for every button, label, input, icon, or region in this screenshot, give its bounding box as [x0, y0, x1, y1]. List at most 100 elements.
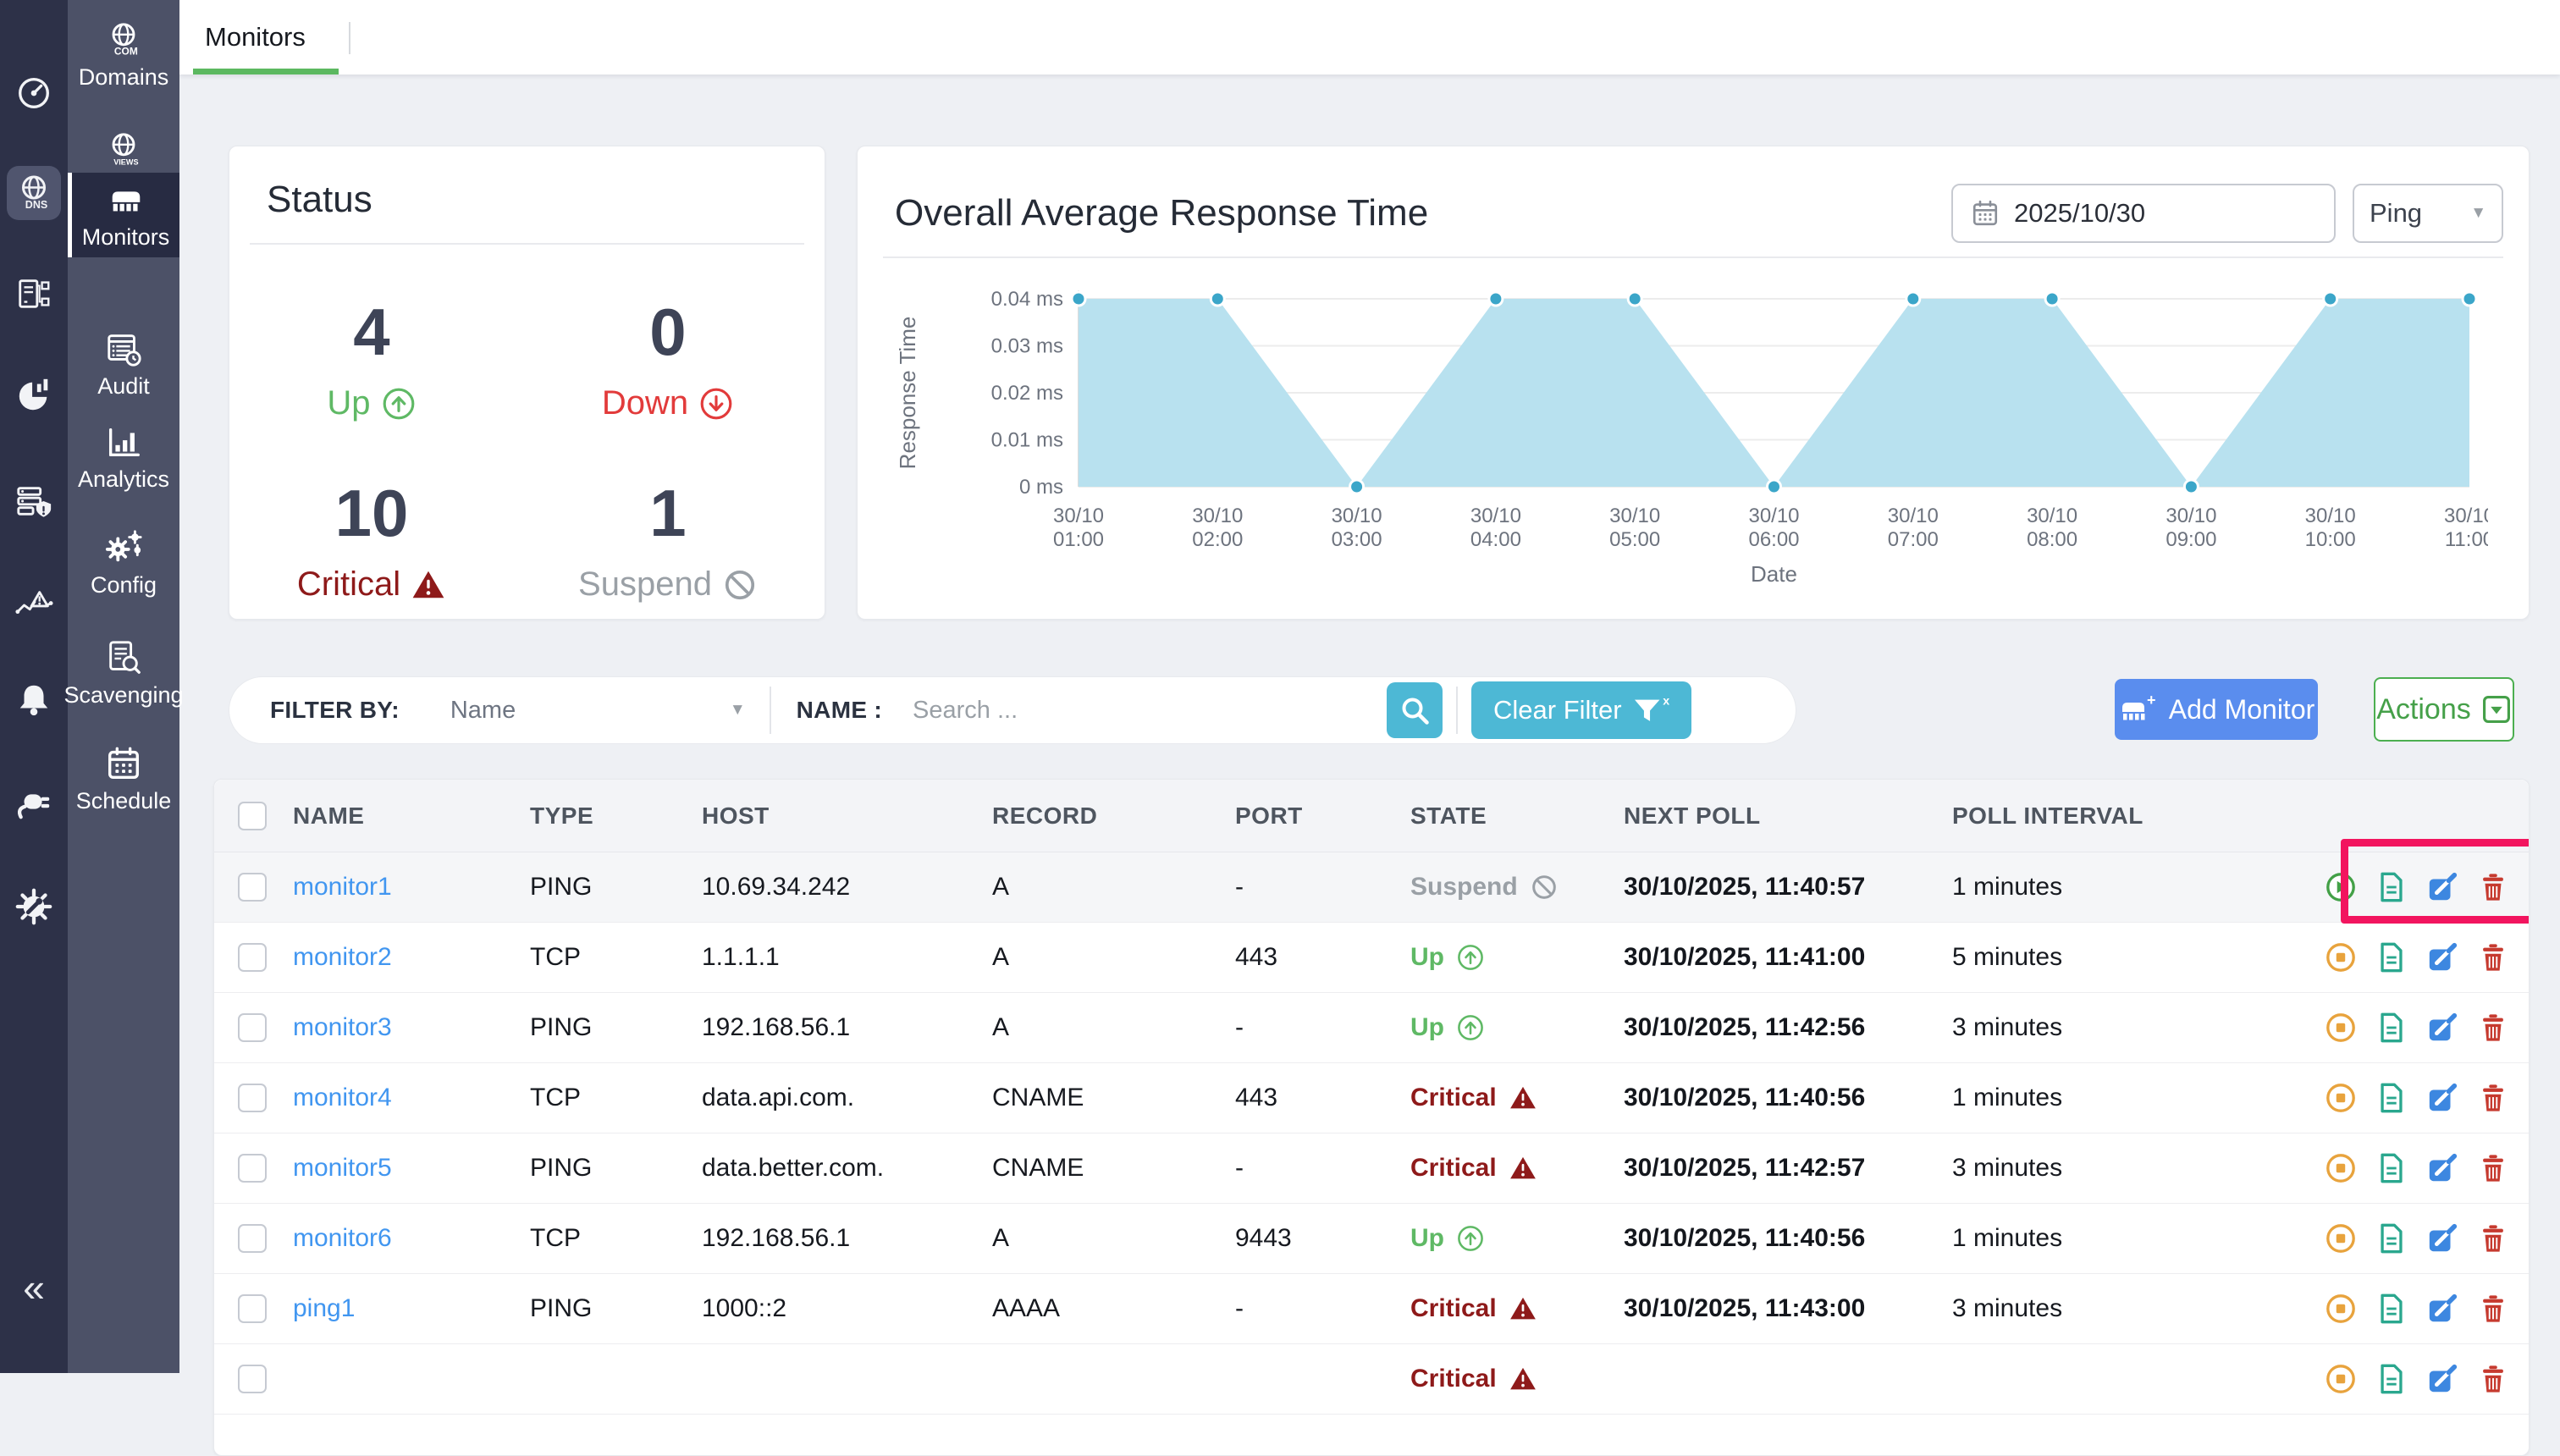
monitor-type: TCP: [530, 1224, 702, 1253]
sidebar-item-domains[interactable]: COMDomains: [68, 17, 179, 94]
monitor-port: 9443: [1235, 1224, 1410, 1253]
monitor-type-select[interactable]: Ping ▼: [2353, 184, 2503, 243]
arrow-down-circle-icon: [698, 386, 734, 422]
monitor-name-link[interactable]: ping1: [293, 1294, 530, 1323]
trash-icon[interactable]: [2477, 1222, 2509, 1255]
row-checkbox[interactable]: [238, 1224, 267, 1253]
tab-monitors[interactable]: Monitors: [193, 0, 317, 74]
monitor-record: A: [992, 873, 1235, 902]
edit-icon[interactable]: [2426, 1293, 2458, 1325]
row-actions: [2325, 1012, 2530, 1044]
file-icon[interactable]: [2375, 1222, 2408, 1255]
arrow-up-circle-icon: [1456, 943, 1485, 972]
row-checkbox[interactable]: [238, 1013, 267, 1042]
row-checkbox[interactable]: [238, 943, 267, 972]
monitor-name-link[interactable]: monitor1: [293, 873, 530, 902]
edit-icon[interactable]: [2426, 941, 2458, 973]
doc-flow-icon[interactable]: [14, 274, 53, 313]
warning-triangle-icon: [1509, 1154, 1537, 1183]
file-icon[interactable]: [2375, 871, 2408, 903]
monitor-name-link[interactable]: monitor6: [293, 1224, 530, 1253]
chart-title: Overall Average Response Time: [895, 192, 1428, 234]
monitor-type: TCP: [530, 1084, 702, 1112]
search-button[interactable]: [1387, 682, 1443, 738]
sidebar-item-schedule[interactable]: Schedule: [68, 741, 179, 818]
svg-text:08:00: 08:00: [2027, 528, 2077, 551]
plug-icon[interactable]: [14, 782, 53, 821]
stop-icon[interactable]: [2325, 1152, 2357, 1184]
monitor-name-link[interactable]: monitor4: [293, 1084, 530, 1112]
file-icon[interactable]: [2375, 1363, 2408, 1395]
next-poll: 30/10/2025, 11:41:00: [1624, 943, 1952, 972]
filter-x-icon: x: [1632, 694, 1669, 726]
monitor-name-link[interactable]: monitor3: [293, 1013, 530, 1042]
date-picker[interactable]: [1951, 184, 2336, 243]
gear-wrench-icon[interactable]: [14, 887, 53, 926]
trash-icon[interactable]: [2477, 1152, 2509, 1184]
actions-button[interactable]: Actions: [2374, 677, 2514, 742]
date-input[interactable]: [2014, 198, 2234, 229]
caret-down-icon[interactable]: ▼: [730, 701, 746, 720]
stop-icon[interactable]: [2325, 1222, 2357, 1255]
file-icon[interactable]: [2375, 941, 2408, 973]
monitor-name-link[interactable]: monitor5: [293, 1154, 530, 1183]
sidebar-item-scavenging[interactable]: Scavenging: [68, 635, 179, 712]
speedometer-icon[interactable]: [14, 74, 53, 113]
sidebar-item-audit[interactable]: Audit: [68, 326, 179, 403]
trash-icon[interactable]: [2477, 941, 2509, 973]
search-input[interactable]: [913, 697, 1387, 725]
collapse-sidebar-icon[interactable]: «: [0, 1268, 68, 1307]
clear-filter-button[interactable]: Clear Filter x: [1471, 681, 1691, 739]
filter-by-dropdown[interactable]: Name: [450, 697, 730, 725]
row-checkbox[interactable]: [238, 1294, 267, 1323]
trash-icon[interactable]: [2477, 1082, 2509, 1114]
metric-label-text: Critical: [297, 565, 400, 604]
globe-dns-icon[interactable]: DNS: [7, 166, 61, 220]
file-icon[interactable]: [2375, 1293, 2408, 1325]
bell-icon[interactable]: [14, 680, 53, 719]
stop-icon[interactable]: [2325, 941, 2357, 973]
play-icon[interactable]: [2325, 871, 2357, 903]
edit-icon[interactable]: [2426, 871, 2458, 903]
response-time-chart: 0 ms0.01 ms0.02 ms0.03 ms0.04 ms30/1001:…: [858, 258, 2529, 593]
stop-icon[interactable]: [2325, 1082, 2357, 1114]
sidebar-item-config[interactable]: Config: [68, 525, 179, 602]
row-checkbox[interactable]: [238, 1365, 267, 1393]
edit-icon[interactable]: [2426, 1222, 2458, 1255]
server-shield-icon[interactable]: [14, 482, 53, 521]
sidebar-item-monitors[interactable]: Monitors: [68, 173, 179, 257]
stop-icon[interactable]: [2325, 1363, 2357, 1395]
metric-label: Suspend: [578, 565, 758, 604]
status-card: Status 4Up0Down10Critical1Suspend: [229, 146, 825, 620]
file-icon[interactable]: [2375, 1152, 2408, 1184]
trash-icon[interactable]: [2477, 1363, 2509, 1395]
trash-icon[interactable]: [2477, 871, 2509, 903]
file-icon[interactable]: [2375, 1082, 2408, 1114]
table-row: Critical: [214, 1344, 2529, 1415]
edit-icon[interactable]: [2426, 1152, 2458, 1184]
monitor-name-link[interactable]: monitor2: [293, 943, 530, 972]
monitor-type: PING: [530, 873, 702, 902]
anomaly-graph-icon[interactable]: [14, 585, 53, 624]
stop-icon[interactable]: [2325, 1293, 2357, 1325]
filter-bar: FILTER BY: Name ▼ NAME : Clear Filter x: [229, 676, 1796, 744]
edit-icon[interactable]: [2426, 1363, 2458, 1395]
edit-icon[interactable]: [2426, 1012, 2458, 1044]
add-monitor-button[interactable]: + Add Monitor: [2115, 679, 2318, 740]
trash-icon[interactable]: [2477, 1293, 2509, 1325]
edit-icon[interactable]: [2426, 1082, 2458, 1114]
row-checkbox[interactable]: [238, 1084, 267, 1112]
row-checkbox[interactable]: [238, 1154, 267, 1183]
file-icon[interactable]: [2375, 1012, 2408, 1044]
monitor-port: -: [1235, 873, 1410, 902]
sidebar-item-label: Monitors: [82, 224, 170, 251]
trash-icon[interactable]: [2477, 1012, 2509, 1044]
select-all-checkbox[interactable]: [238, 802, 267, 830]
monitor-port: -: [1235, 1154, 1410, 1183]
stop-icon[interactable]: [2325, 1012, 2357, 1044]
sidebar-item-analytics[interactable]: Analytics: [68, 419, 179, 496]
pie-chart-icon[interactable]: [14, 376, 53, 415]
sidebar-item-label: Audit: [97, 373, 150, 400]
row-checkbox[interactable]: [238, 873, 267, 902]
svg-text:05:00: 05:00: [1609, 528, 1660, 551]
